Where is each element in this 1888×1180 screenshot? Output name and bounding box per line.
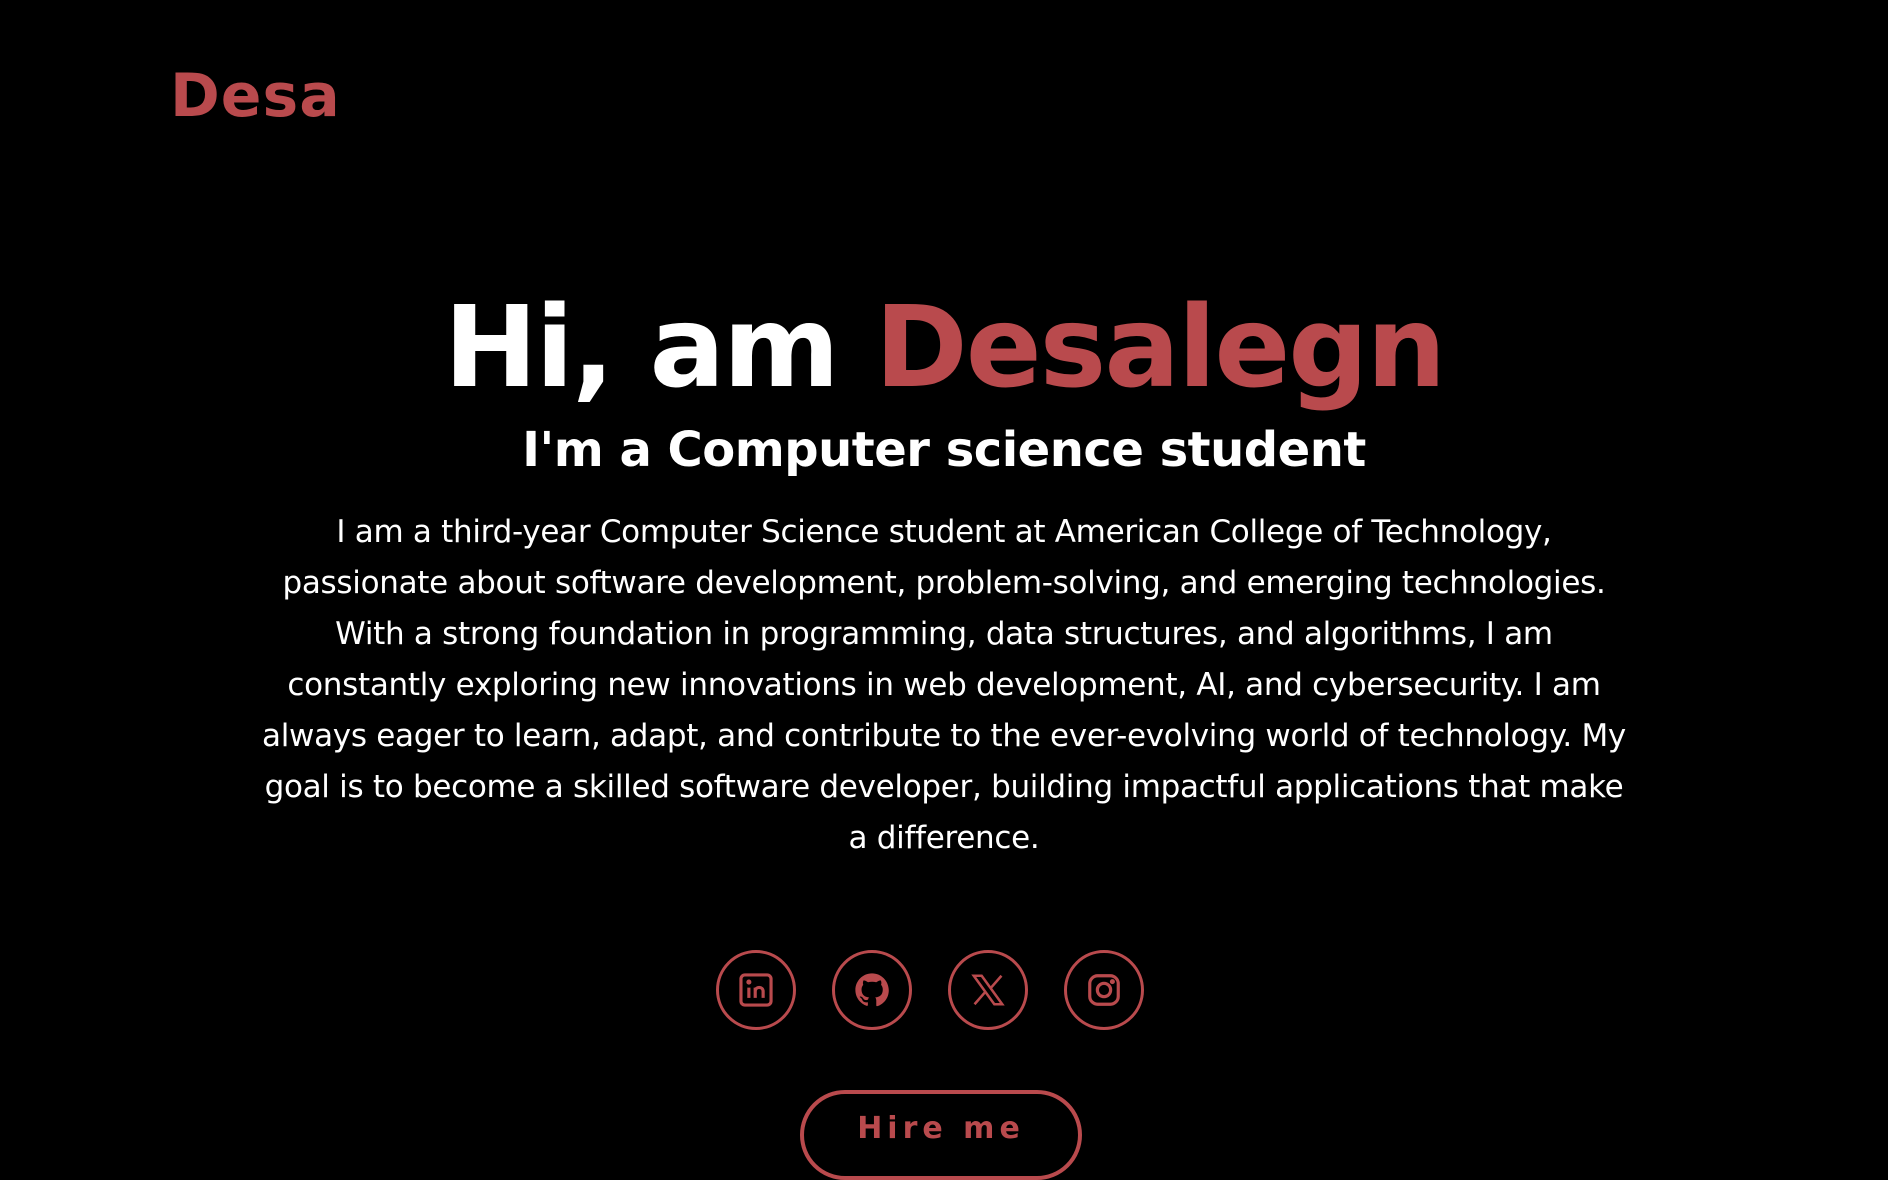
hero-section: Hi, am Desalegn I'm a Computer science s…: [0, 289, 1888, 864]
hero-subtitle: I'm a Computer science student: [522, 421, 1366, 478]
hero-heading: Hi, am Desalegn: [0, 289, 1888, 408]
x-icon: [971, 974, 1005, 1006]
hire-me-button[interactable]: Hire me: [800, 1090, 1082, 1180]
github-link[interactable]: [832, 950, 912, 1030]
hero-greeting: Hi, am: [443, 283, 875, 413]
hero-bio: I am a third-year Computer Science stude…: [262, 514, 1626, 857]
x-link[interactable]: [948, 950, 1028, 1030]
site-logo[interactable]: Desa: [170, 66, 341, 126]
linkedin-icon: [739, 973, 773, 1007]
linkedin-link[interactable]: [716, 950, 796, 1030]
instagram-link[interactable]: [1064, 950, 1144, 1030]
hero-name: Desalegn: [874, 283, 1446, 413]
github-icon: [855, 973, 889, 1007]
social-links: [716, 950, 1144, 1030]
instagram-icon: [1088, 974, 1120, 1006]
